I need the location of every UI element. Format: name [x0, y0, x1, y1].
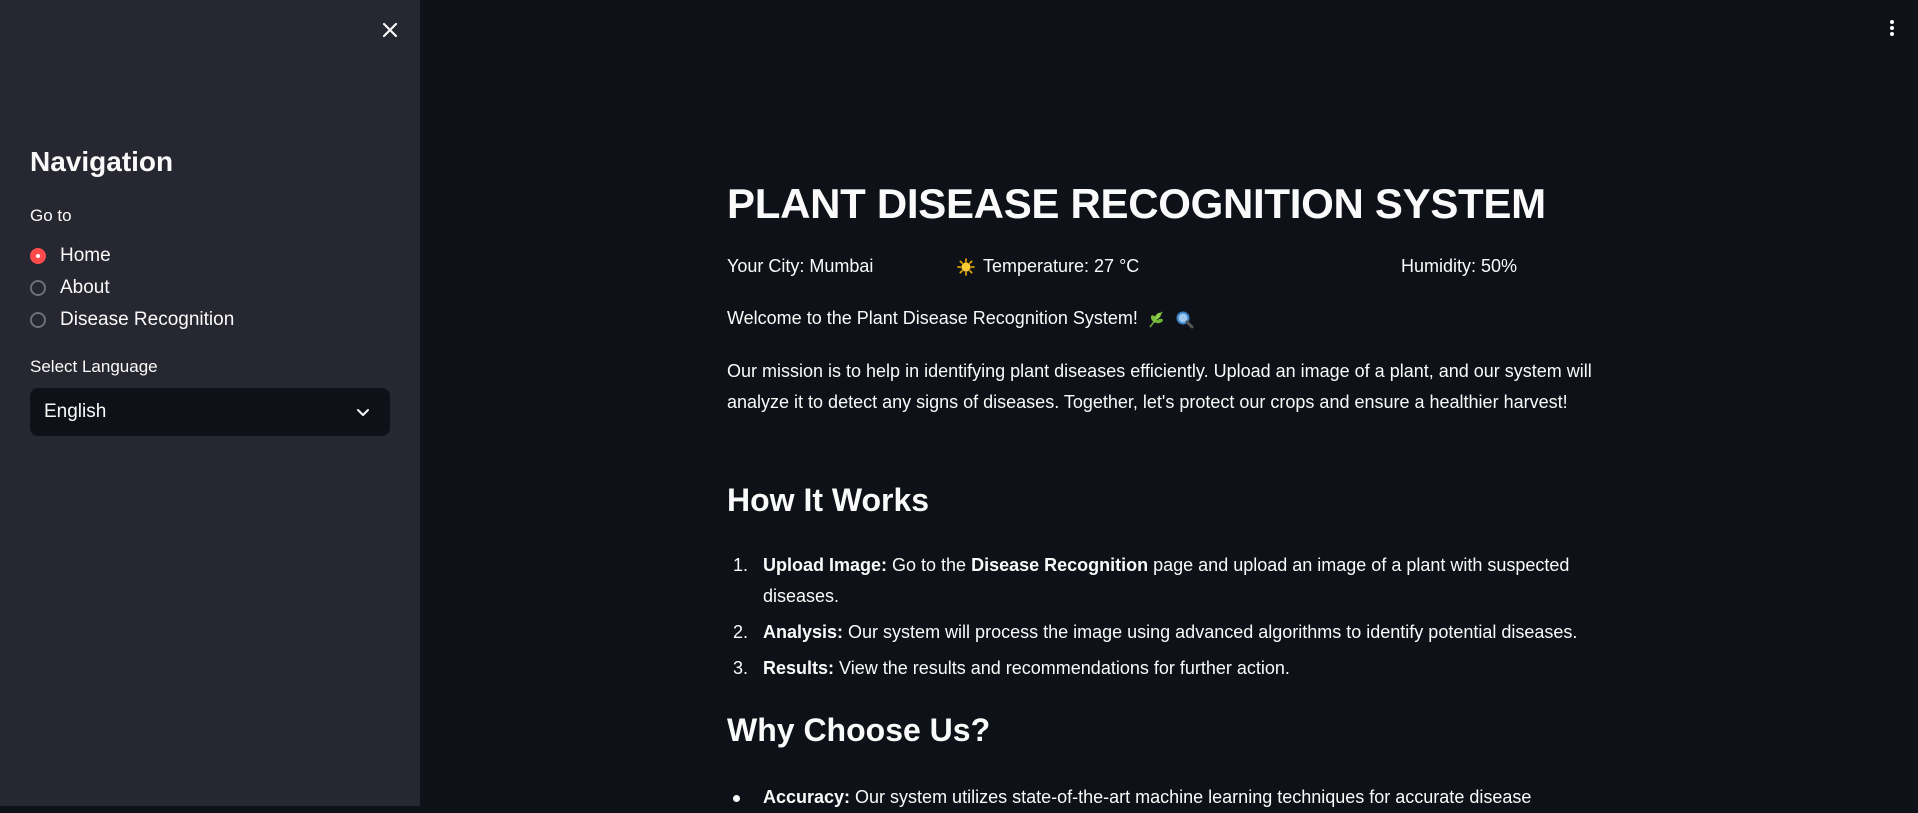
- step-number: 1.: [733, 555, 749, 575]
- step-label: Results:: [763, 658, 835, 678]
- nav-option-about[interactable]: About: [30, 272, 234, 304]
- step-text: View the results and recommendations for…: [834, 658, 1290, 678]
- language-select-value: English: [44, 401, 107, 422]
- steps-list: 1. Upload Image: Go to the Disease Recog…: [727, 550, 1607, 689]
- language-label: Select Language: [30, 357, 158, 376]
- list-item: 1. Upload Image: Go to the Disease Recog…: [727, 550, 1607, 612]
- sun-emoji-icon: [957, 257, 975, 276]
- how-it-works-heading: How It Works: [727, 482, 930, 518]
- radio-selected-icon[interactable]: [30, 248, 46, 264]
- list-item: 3. Results: View the results and recomme…: [727, 653, 1607, 684]
- step-text: Our system will process the image using …: [843, 622, 1578, 642]
- city-text: Your City: Mumbai: [727, 256, 874, 276]
- nav-option-label: Home: [60, 245, 111, 266]
- more-vertical-icon[interactable]: [1880, 14, 1904, 42]
- step-number: 3.: [733, 658, 749, 678]
- temperature-text: Temperature: 27 °C: [983, 256, 1140, 276]
- nav-option-label: About: [60, 277, 110, 298]
- chevron-down-icon: [357, 409, 369, 416]
- sidebar: Navigation Go to Home About Disease Reco…: [0, 0, 420, 806]
- list-item: 2. Analysis: Our system will process the…: [727, 617, 1607, 648]
- welcome-line: Welcome to the Plant Disease Recognition…: [727, 308, 1194, 329]
- nav-option-disease-recognition[interactable]: Disease Recognition: [30, 304, 234, 336]
- sidebar-title: Navigation: [30, 146, 174, 177]
- reason-label: Accuracy:: [763, 787, 851, 807]
- goto-label: Go to: [30, 206, 72, 225]
- welcome-text: Welcome to the Plant Disease Recognition…: [727, 308, 1138, 328]
- page-title: PLANT DISEASE RECOGNITION SYSTEM: [727, 180, 1546, 227]
- reasons-list: Accuracy: Our system utilizes state-of-t…: [727, 782, 1607, 813]
- radio-unselected-icon[interactable]: [30, 280, 46, 296]
- step-text: Go to the: [887, 555, 972, 575]
- reason-text: Our system utilizes state-of-the-art mac…: [850, 787, 1532, 807]
- mission-paragraph: Our mission is to help in identifying pl…: [727, 361, 1592, 412]
- step-emphasis: Disease Recognition: [971, 555, 1149, 575]
- radio-unselected-icon[interactable]: [30, 312, 46, 328]
- list-item: Accuracy: Our system utilizes state-of-t…: [727, 782, 1607, 813]
- why-choose-us-heading: Why Choose Us?: [727, 712, 991, 748]
- language-select[interactable]: English: [30, 388, 390, 436]
- magnifying-glass-emoji-icon: [1176, 311, 1194, 328]
- weather-row: Your City: Mumbai Temperature: 27 °C Hum…: [727, 256, 1607, 280]
- navigation-radio-group: Home About Disease Recognition: [30, 240, 234, 336]
- herb-emoji-icon: [1149, 310, 1163, 327]
- step-label: Upload Image:: [763, 555, 888, 575]
- nav-option-home[interactable]: Home: [30, 240, 234, 272]
- humidity-text: Humidity: 50%: [1401, 256, 1518, 276]
- close-icon[interactable]: [376, 16, 404, 44]
- temperature-display: Temperature: 27 °C: [957, 256, 1139, 277]
- step-number: 2.: [733, 622, 749, 642]
- nav-option-label: Disease Recognition: [60, 309, 235, 330]
- step-label: Analysis:: [763, 622, 844, 642]
- bullet-icon: [733, 795, 740, 802]
